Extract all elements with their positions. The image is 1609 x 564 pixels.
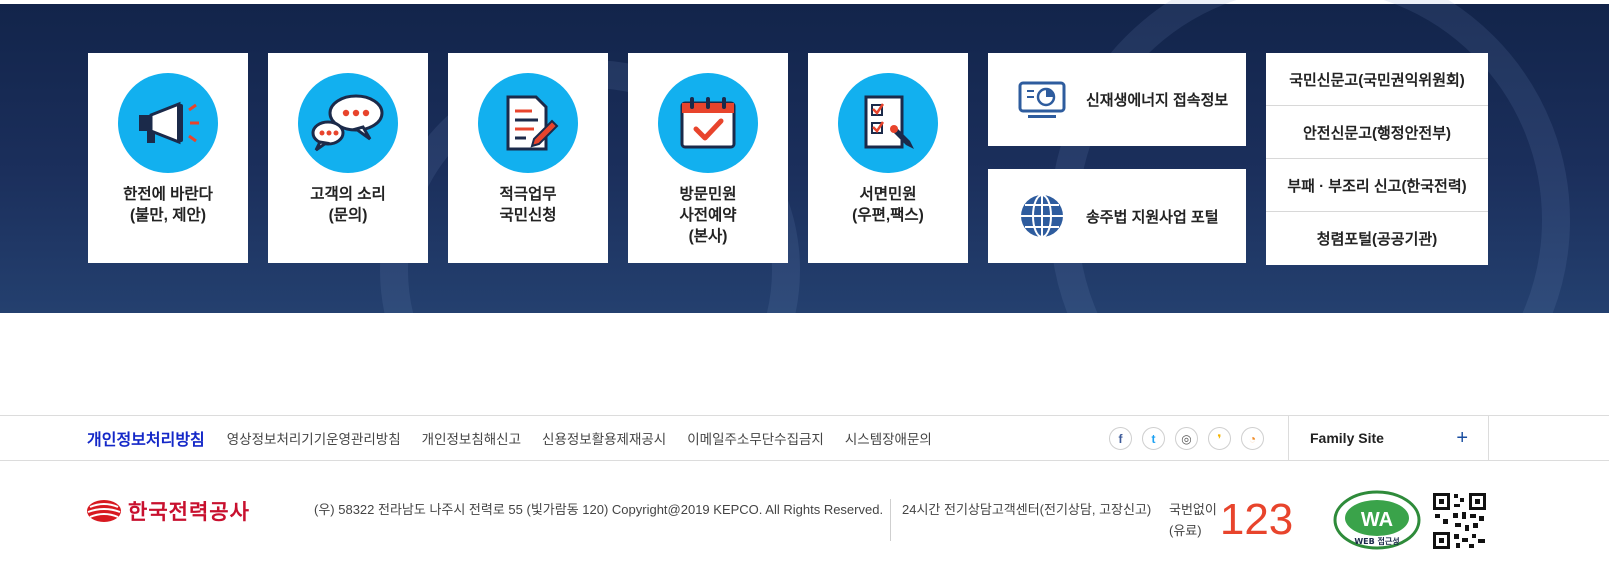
card-visit-reservation[interactable]: 방문민원 사전예약 (본사) [628,53,788,263]
card-active-work-request[interactable]: 적극업무 국민신청 [448,53,608,263]
family-site-dropdown[interactable]: Family Site + [1288,416,1489,460]
call-number: 123 [1219,495,1294,544]
card-written-complaint[interactable]: 서면민원 (우편,팩스) [808,53,968,263]
document-pen-icon [478,73,578,173]
card-complaint-suggestion[interactable]: 한전에 바란다 (불만, 제안) [88,53,248,263]
link-national-sinmungo[interactable]: 국민신문고(국민권익위원회) [1266,53,1488,106]
twitter-icon[interactable]: t [1142,427,1165,450]
link-safety-sinmungo[interactable]: 안전신문고(행정안전부) [1266,106,1488,159]
social-links: f t ◎ ❜ ◔ [1109,427,1274,450]
plus-icon: + [1456,426,1468,449]
call-center-text: 24시간 전기상담고객센터(전기상담, 고장신고) [902,502,1152,517]
wa-badge-text: WA [1361,509,1393,531]
system-error-inquiry-link[interactable]: 시스템장애문의 [845,428,932,448]
card-label: 서면민원 (우편,팩스) [852,186,924,224]
rss-icon[interactable]: ◔ [1241,427,1264,450]
kakaostory-icon[interactable]: ❜ [1208,427,1231,450]
card-label: 방문민원 사전예약 (본사) [679,186,737,245]
kepco-logo-mark [87,500,121,522]
wa-caption: WEB 접근성 [1354,536,1399,546]
web-accessibility-mark: WA WEB 접근성 [1333,490,1421,557]
email-collection-ban-link[interactable]: 이메일주소무단수집금지 [687,428,824,448]
kepco-logo: 한국전력공사 [86,496,250,526]
speech-bubbles-icon [298,73,398,173]
family-site-label: Family Site [1310,430,1384,446]
card-label: 송주법 지원사업 포털 [1086,208,1219,226]
privacy-infringement-link[interactable]: 개인정보침해신고 [422,428,521,448]
card-label: 고객의 소리 (문의) [310,186,386,224]
address-copyright: (우) 58322 전라남도 나주시 전력로 55 (빛가람동 120) Cop… [314,502,884,517]
card-renewable-connection[interactable]: 신재생에너지 접속정보 [988,53,1246,146]
card-label: 한전에 바란다 (불만, 제안) [123,186,213,224]
card-transmission-support-portal[interactable]: 송주법 지원사업 포털 [988,169,1246,263]
quick-menu-banner: 한전에 바란다 (불만, 제안) 고객의 소리 (문의) 적극업무 국민신청 방… [0,0,1609,313]
divider [890,499,891,541]
card-customer-voice[interactable]: 고객의 소리 (문의) [268,53,428,263]
kepco-logo-text: 한국전력공사 [128,501,250,524]
privacy-policy-link[interactable]: 개인정보처리방침 [87,426,205,450]
calendar-check-icon [658,73,758,173]
monitor-chart-icon [1016,74,1068,126]
footer-nav: 개인정보처리방침 영상정보처리기기운영관리방침 개인정보침해신고 신용정보활용제… [0,415,1609,461]
link-corruption-report[interactable]: 부패 · 부조리 신고(한국전력) [1266,159,1488,212]
call-number-block: 국번없이 (유료) 123 [1169,498,1293,542]
instagram-icon[interactable]: ◎ [1175,427,1198,450]
globe-icon [1016,190,1068,242]
cctv-policy-link[interactable]: 영상정보처리기기운영관리방침 [227,428,401,448]
qr-code [1432,492,1487,550]
link-integrity-portal[interactable]: 청렴포털(공공기관) [1266,212,1488,265]
megaphone-icon [118,73,218,173]
report-links-list: 국민신문고(국민권익위원회) 안전신문고(행정안전부) 부패 · 부조리 신고(… [1266,53,1488,265]
credit-info-sanction-link[interactable]: 신용정보활용제재공시 [542,428,666,448]
call-prefix: 국번없이 (유료) [1169,502,1217,538]
checklist-pen-icon [838,73,938,173]
policy-links: 개인정보처리방침 영상정보처리기기운영관리방침 개인정보침해신고 신용정보활용제… [87,416,953,460]
facebook-icon[interactable]: f [1109,427,1132,450]
card-label: 적극업무 국민신청 [499,186,557,224]
card-label: 신재생에너지 접속정보 [1086,92,1229,109]
